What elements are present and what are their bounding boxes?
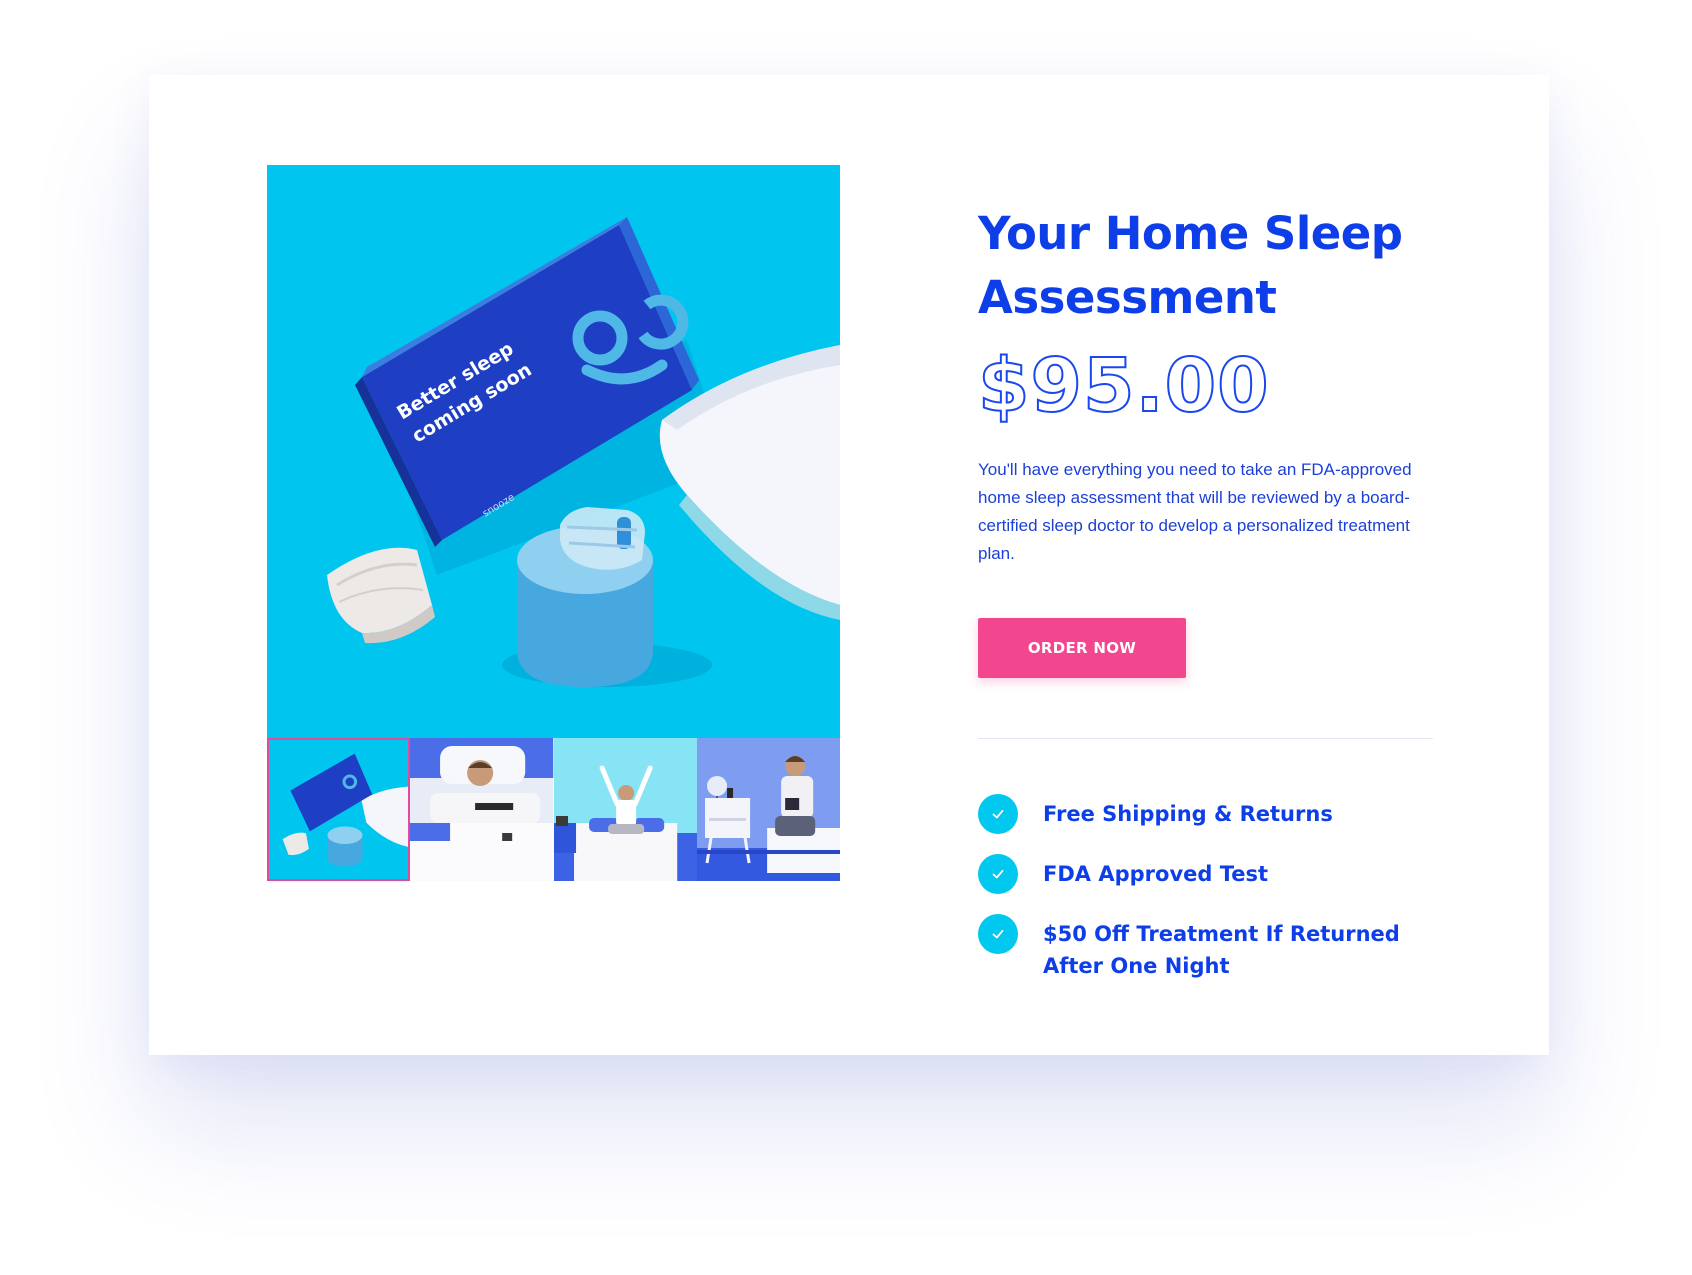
feature-label: FDA Approved Test — [1043, 862, 1269, 886]
product-title: Your Home Sleep Assessment — [978, 207, 1403, 324]
thumbnail-strip — [267, 738, 840, 881]
man-reading-thumbnail[interactable] — [696, 738, 840, 881]
check-icon — [978, 794, 1018, 834]
divider — [978, 738, 1433, 739]
product-details: Your Home Sleep Assessment $95.00 You'll… — [977, 202, 1448, 1002]
feature-label: Free Shipping & Returns — [1043, 802, 1333, 826]
feature-item: $50 Off Treatment If Returned After One … — [978, 914, 1448, 982]
kit-box-thumbnail[interactable] — [267, 738, 411, 881]
page-background: Better sleep coming soon snooze Your Hom… — [0, 0, 1692, 1275]
product-description: You'll have everything you need to take … — [978, 460, 1412, 563]
order-now-button[interactable]: ORDER NOW — [978, 618, 1186, 678]
product-price: $95.00 — [977, 343, 1270, 429]
product-card: Better sleep coming soon snooze Your Hom… — [149, 75, 1549, 1055]
product-main-image: Better sleep coming soon snooze — [267, 165, 840, 738]
man-waking-thumbnail[interactable] — [553, 738, 697, 881]
feature-item: FDA Approved Test — [978, 854, 1448, 894]
man-sleeping-thumbnail[interactable] — [410, 738, 554, 881]
check-icon — [978, 854, 1018, 894]
feature-item: Free Shipping & Returns — [978, 794, 1448, 834]
feature-list: Free Shipping & Returns FDA Approved Tes… — [978, 794, 1448, 982]
feature-label: $50 Off Treatment If Returned After One … — [1043, 922, 1400, 978]
check-icon — [978, 914, 1018, 954]
